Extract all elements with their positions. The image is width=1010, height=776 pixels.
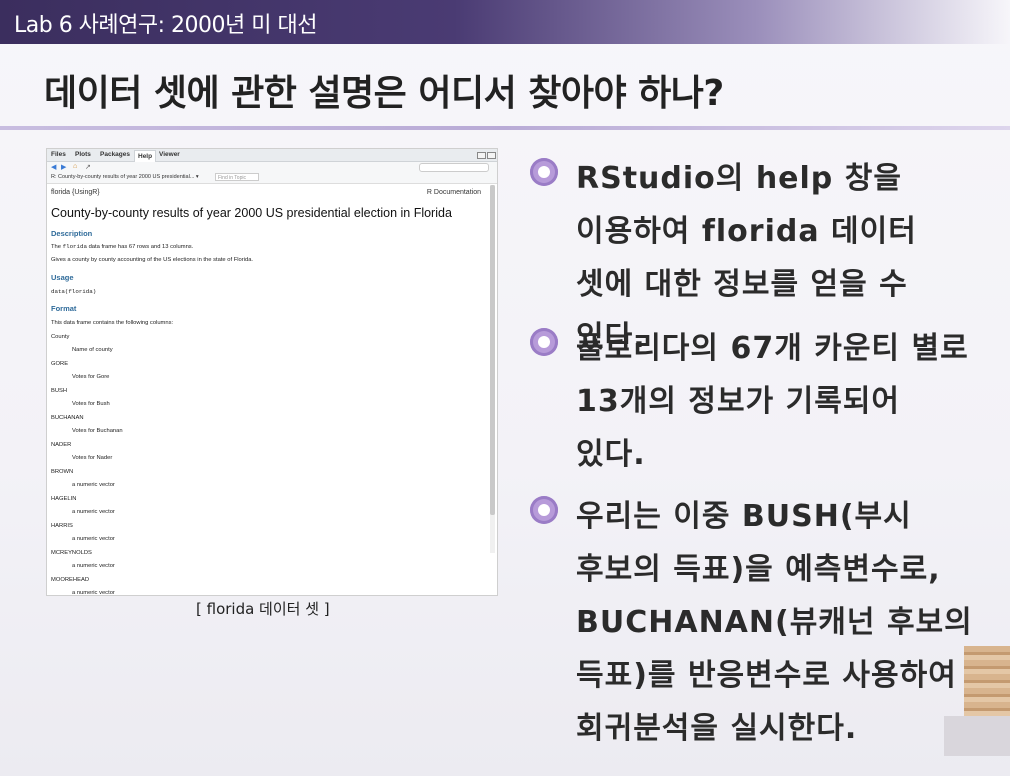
column-desc: a numeric vector <box>72 482 115 488</box>
format-heading: Format <box>51 304 77 313</box>
help-document: florida {UsingR} R Documentation County-… <box>47 184 485 596</box>
column-desc: Votes for Buchanan <box>72 428 123 434</box>
column-name: MCREYNOLDS <box>51 550 92 556</box>
corner-decoration <box>944 716 1010 756</box>
open-window-icon[interactable]: ↗ <box>85 163 91 171</box>
pane-tab-bar: Files Plots Packages Help Viewer <box>47 149 497 162</box>
lab-title: Lab 6 사례연구: 2000년 미 대선 <box>14 13 318 38</box>
find-in-topic-input[interactable]: Find in Topic <box>215 173 259 181</box>
tab-viewer[interactable]: Viewer <box>159 151 180 158</box>
column-name: BUSH <box>51 388 68 394</box>
help-address-bar: R: County-by-county results of year 2000… <box>47 172 497 184</box>
column-desc: a numeric vector <box>72 563 115 569</box>
format-intro: This data frame contains the following c… <box>51 320 174 326</box>
bullet-circle-icon <box>530 328 558 356</box>
column-desc: a numeric vector <box>72 509 115 515</box>
tab-files[interactable]: Files <box>51 151 66 158</box>
slide-title: 데이터 셋에 관한 설명은 어디서 찾아야 하나? <box>44 73 724 114</box>
column-name: County <box>51 334 70 340</box>
forward-arrow-icon[interactable]: ▶ <box>61 163 66 171</box>
title-divider <box>0 126 1010 130</box>
column-desc: Name of county <box>72 347 113 353</box>
book-stack-decoration <box>964 646 1010 720</box>
column-name: BUCHANAN <box>51 415 84 421</box>
bullet-text: 우리는 이중 BUSH(부시 후보의 득표)을 예측변수로, BUCHANAN(… <box>576 499 973 746</box>
scrollbar-thumb[interactable] <box>490 185 495 515</box>
bullet-text: 플로리다의 67개 카운티 별로 13개의 정보가 기록되어 있다. <box>576 331 969 472</box>
column-desc: a numeric vector <box>72 590 115 596</box>
back-arrow-icon[interactable]: ◀ <box>51 163 56 171</box>
bullet-circle-icon <box>530 496 558 524</box>
column-desc: Votes for Gore <box>72 374 110 380</box>
doc-source: R Documentation <box>426 189 481 196</box>
column-desc: Votes for Bush <box>72 401 110 407</box>
column-desc: Votes for Nader <box>72 455 113 461</box>
column-name: GORE <box>51 361 69 367</box>
tab-help[interactable]: Help <box>134 150 157 162</box>
bullet-circle-icon <box>530 158 558 186</box>
header-bar: Lab 6 사례연구: 2000년 미 대선 <box>0 0 1010 44</box>
usage-code: data(florida) <box>51 288 97 295</box>
description-heading: Description <box>51 229 93 238</box>
figure-caption: [ florida 데이터 셋 ] <box>196 600 330 618</box>
usage-heading: Usage <box>51 273 74 282</box>
help-search-input[interactable] <box>419 163 489 172</box>
column-name: HARRIS <box>51 523 73 529</box>
doc-package: florida {UsingR} <box>51 189 100 196</box>
help-scrollbar[interactable] <box>490 185 495 553</box>
tab-plots[interactable]: Plots <box>75 151 91 158</box>
description-line-1: The florida data frame has 67 rows and 1… <box>51 243 194 250</box>
column-name: MOOREHEAD <box>51 577 90 583</box>
minimize-icon[interactable] <box>477 152 486 159</box>
tab-packages[interactable]: Packages <box>100 151 130 158</box>
home-icon[interactable]: ⌂ <box>73 163 77 170</box>
description-line-2: Gives a county by county accounting of t… <box>51 257 254 263</box>
help-toolbar: ◀ ▶ ⌂ ↗ <box>47 162 497 172</box>
rstudio-help-screenshot: Files Plots Packages Help Viewer ◀ ▶ ⌂ ↗… <box>46 148 498 596</box>
column-desc: a numeric vector <box>72 536 115 542</box>
maximize-icon[interactable] <box>487 152 496 159</box>
column-name: BROWN <box>51 469 74 475</box>
doc-title: County-by-county results of year 2000 US… <box>51 206 452 220</box>
column-name: NADER <box>51 442 72 448</box>
column-name: HAGELIN <box>51 496 77 502</box>
topic-dropdown[interactable]: R: County-by-county results of year 2000… <box>51 174 199 180</box>
